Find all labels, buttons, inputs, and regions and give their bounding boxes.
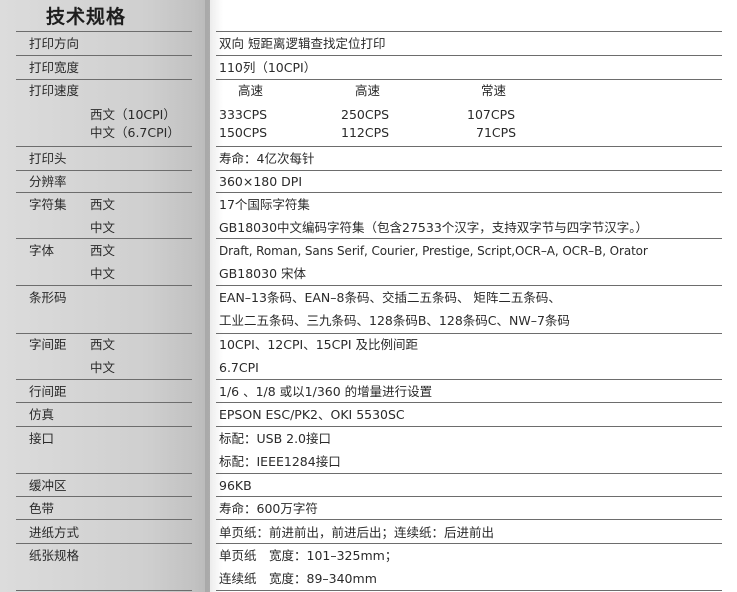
label-paper-spec: 纸张规格 — [29, 548, 80, 563]
row-divider — [16, 426, 192, 427]
row-divider — [216, 543, 722, 544]
value-paper-feed: 单页纸：前进前出，前进后出；连续纸：后进前出 — [219, 525, 495, 540]
page-title: 技术规格 — [46, 6, 127, 28]
row-divider — [16, 379, 192, 380]
value-buffer: 96KB — [219, 478, 252, 493]
value-print-width: 110列（10CPI） — [219, 60, 317, 75]
row-divider — [216, 333, 722, 334]
label-charset: 字符集 — [29, 197, 67, 212]
label-print-speed: 打印速度 — [29, 83, 80, 98]
row-divider — [216, 402, 722, 403]
label-print-width: 打印宽度 — [29, 60, 80, 75]
label-print-head: 打印头 — [29, 151, 67, 166]
label-char-spacing: 字间距 — [29, 337, 67, 352]
value-charset-chinese: GB18030中文编码字符集（包含27533个汉字，支持双字节与四字节汉字。） — [219, 220, 649, 235]
speed-header-1: 高速 — [238, 83, 264, 98]
sublabel-spacing-western: 西文 — [90, 337, 116, 352]
row-divider — [16, 238, 192, 239]
sublabel-font-western: 西文 — [90, 243, 116, 258]
label-interface: 接口 — [29, 431, 55, 446]
speed-chinese-3: 71CPS — [476, 125, 517, 140]
row-divider — [16, 170, 192, 171]
value-paper-spec-line1: 单页纸 宽度：101–325mm； — [219, 548, 398, 563]
row-divider — [16, 79, 192, 80]
row-divider — [16, 543, 192, 544]
label-font: 字体 — [29, 243, 55, 258]
sublabel-font-chinese: 中文 — [90, 266, 116, 281]
label-paper-feed: 进纸方式 — [29, 525, 80, 540]
row-divider — [216, 192, 722, 193]
row-divider — [216, 31, 722, 32]
row-divider — [16, 519, 192, 520]
value-barcode-line2: 工业二五条码、三九条码、128条码B、128条码C、NW–7条码 — [219, 313, 570, 328]
row-divider — [16, 496, 192, 497]
row-divider — [216, 238, 722, 239]
value-barcode-line1: EAN–13条码、EAN–8条码、交插二五条码、 矩阵二五条码、 — [219, 290, 561, 305]
sublabel-charset-western: 西文 — [90, 197, 116, 212]
value-interface-line2: 标配：IEEE1284接口 — [219, 454, 341, 469]
label-resolution: 分辨率 — [29, 174, 67, 189]
speed-western-1: 333CPS — [219, 107, 268, 122]
value-charset-western: 17个国际字符集 — [219, 197, 310, 212]
row-divider — [16, 590, 192, 591]
row-divider — [216, 590, 722, 591]
row-divider — [216, 146, 722, 147]
row-divider — [216, 79, 722, 80]
row-divider — [16, 146, 192, 147]
speed-chinese-1: 150CPS — [219, 125, 268, 140]
row-divider — [16, 402, 192, 403]
row-divider — [216, 379, 722, 380]
row-divider — [16, 192, 192, 193]
row-divider — [16, 285, 192, 286]
label-barcode: 条形码 — [29, 290, 67, 305]
sublabel-speed-western: 西文（10CPI） — [90, 107, 176, 122]
label-buffer: 缓冲区 — [29, 478, 67, 493]
value-font-chinese: GB18030 宋体 — [219, 266, 306, 281]
row-divider — [216, 285, 722, 286]
value-interface-line1: 标配：USB 2.0接口 — [219, 431, 332, 446]
speed-chinese-2: 112CPS — [341, 125, 390, 140]
value-paper-spec-line2: 连续纸 宽度：89–340mm — [219, 571, 377, 586]
row-divider — [16, 31, 192, 32]
speed-header-3: 常速 — [481, 83, 507, 98]
value-resolution: 360×180 DPI — [219, 174, 303, 189]
value-spacing-western: 10CPI、12CPI、15CPI 及比例间距 — [219, 337, 419, 352]
label-print-direction: 打印方向 — [29, 36, 80, 51]
row-divider — [216, 519, 722, 520]
label-emulation: 仿真 — [29, 407, 55, 422]
speed-header-2: 高速 — [355, 83, 381, 98]
row-divider — [216, 55, 722, 56]
value-ribbon: 寿命：600万字符 — [219, 501, 318, 516]
row-divider — [16, 333, 192, 334]
value-spacing-chinese: 6.7CPI — [219, 360, 259, 375]
value-emulation: EPSON ESC/PK2、OKI 5530SC — [219, 407, 405, 422]
value-font-western: Draft, Roman, Sans Serif, Courier, Prest… — [219, 244, 648, 258]
row-divider — [216, 426, 722, 427]
speed-western-3: 107CPS — [467, 107, 516, 122]
sublabel-charset-chinese: 中文 — [90, 220, 116, 235]
sublabel-spacing-chinese: 中文 — [90, 360, 116, 375]
sublabel-speed-chinese: 中文（6.7CPI） — [90, 125, 180, 140]
label-line-spacing: 行间距 — [29, 384, 67, 399]
row-divider — [216, 170, 722, 171]
row-divider — [216, 496, 722, 497]
value-print-head: 寿命：4亿次每针 — [219, 151, 315, 166]
row-divider — [216, 473, 722, 474]
label-ribbon: 色带 — [29, 501, 55, 516]
value-line-spacing: 1/6 、1/8 或以1/360 的增量进行设置 — [219, 384, 433, 399]
row-divider — [16, 473, 192, 474]
speed-western-2: 250CPS — [341, 107, 390, 122]
value-print-direction: 双向 短距离逻辑查找定位打印 — [219, 36, 386, 51]
row-divider — [16, 55, 192, 56]
